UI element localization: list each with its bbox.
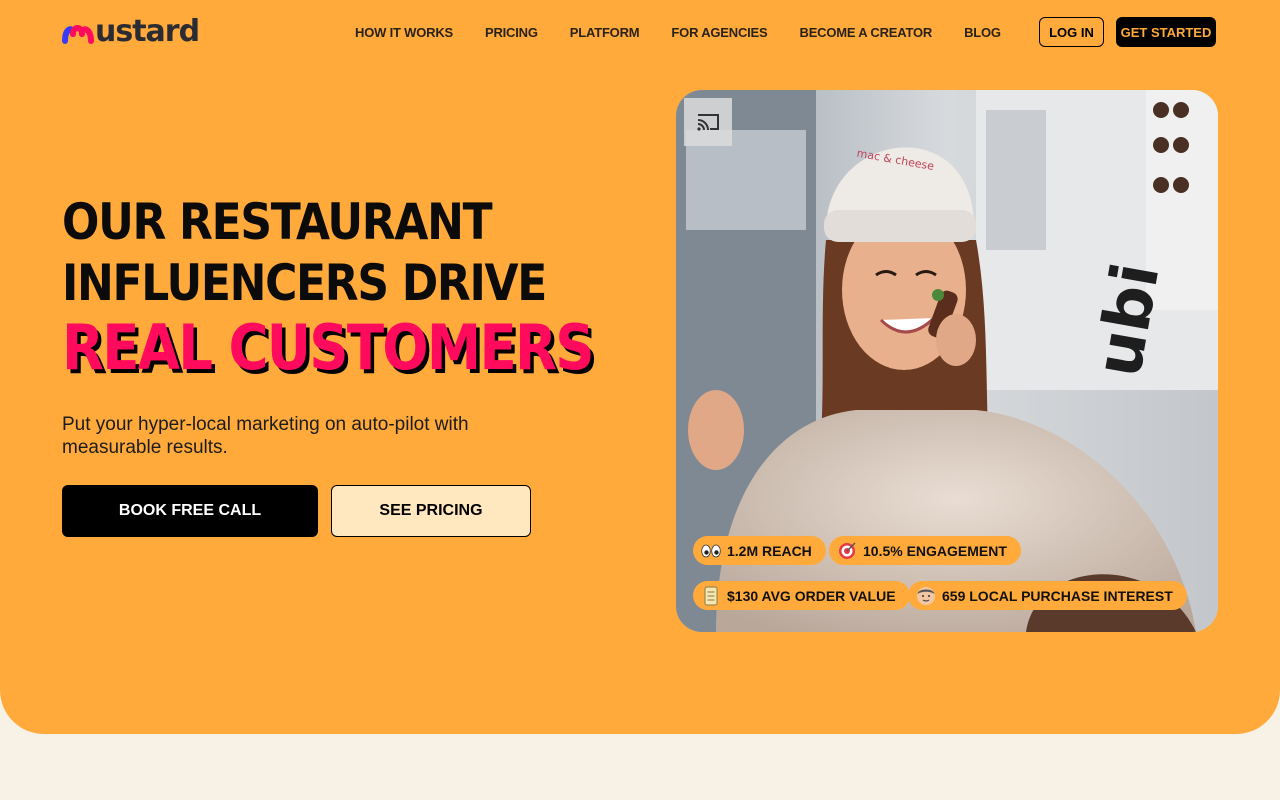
stat-purchase-interest-badge: 659 LOCAL PURCHASE INTEREST bbox=[908, 581, 1187, 610]
target-icon bbox=[837, 541, 857, 561]
headline-line-1: OUR RESTAURANT bbox=[62, 193, 493, 251]
nav-pricing[interactable]: PRICING bbox=[485, 25, 538, 40]
stat-engagement-badge: 10.5% ENGAGEMENT bbox=[829, 536, 1021, 565]
cast-button[interactable] bbox=[684, 98, 732, 146]
headline-line-2: INFLUENCERS DRIVE bbox=[62, 254, 547, 312]
headline-accent: REAL CUSTOMERS bbox=[62, 311, 595, 384]
stat-reach-badge: 1.2M REACH bbox=[693, 536, 826, 565]
hero-section: ustard HOW IT WORKS PRICING PLATFORM FOR… bbox=[0, 0, 1280, 734]
person-icon bbox=[916, 586, 936, 606]
login-button[interactable]: LOG IN bbox=[1039, 17, 1104, 47]
hero-subtext: Put your hyper-local marketing on auto-p… bbox=[62, 414, 469, 458]
nav-for-agencies[interactable]: FOR AGENCIES bbox=[671, 25, 767, 40]
stat-reach-label: 1.2M REACH bbox=[727, 542, 812, 559]
stat-order-value-badge: $130 AVG ORDER VALUE bbox=[693, 581, 910, 610]
cast-icon bbox=[697, 114, 719, 131]
nav-blog[interactable]: BLOG bbox=[964, 25, 1001, 40]
nav-become-a-creator[interactable]: BECOME A CREATOR bbox=[800, 25, 933, 40]
main-nav: HOW IT WORKS PRICING PLATFORM FOR AGENCI… bbox=[355, 22, 1033, 42]
receipt-icon bbox=[701, 586, 721, 606]
eyes-icon bbox=[701, 541, 721, 561]
book-free-call-button[interactable]: BOOK FREE CALL bbox=[62, 485, 318, 537]
stat-purchase-interest-label: 659 LOCAL PURCHASE INTEREST bbox=[942, 587, 1173, 604]
nav-platform[interactable]: PLATFORM bbox=[570, 25, 640, 40]
hero-video[interactable]: ubi mac & cheese 1.2M REACH 10.5% ENGAGE… bbox=[676, 90, 1218, 632]
hero-headline: OUR RESTAURANT INFLUENCERS DRIVE REAL CU… bbox=[62, 192, 595, 384]
get-started-button[interactable]: GET STARTED bbox=[1116, 17, 1216, 47]
nav-how-it-works[interactable]: HOW IT WORKS bbox=[355, 25, 453, 40]
logo-wordmark: ustard bbox=[95, 14, 200, 49]
see-pricing-button[interactable]: SEE PRICING bbox=[331, 485, 531, 537]
logo-m-icon bbox=[62, 25, 94, 44]
stat-engagement-label: 10.5% ENGAGEMENT bbox=[863, 542, 1007, 559]
stat-order-value-label: $130 AVG ORDER VALUE bbox=[727, 587, 896, 604]
mustard-logo[interactable]: ustard bbox=[62, 14, 200, 50]
